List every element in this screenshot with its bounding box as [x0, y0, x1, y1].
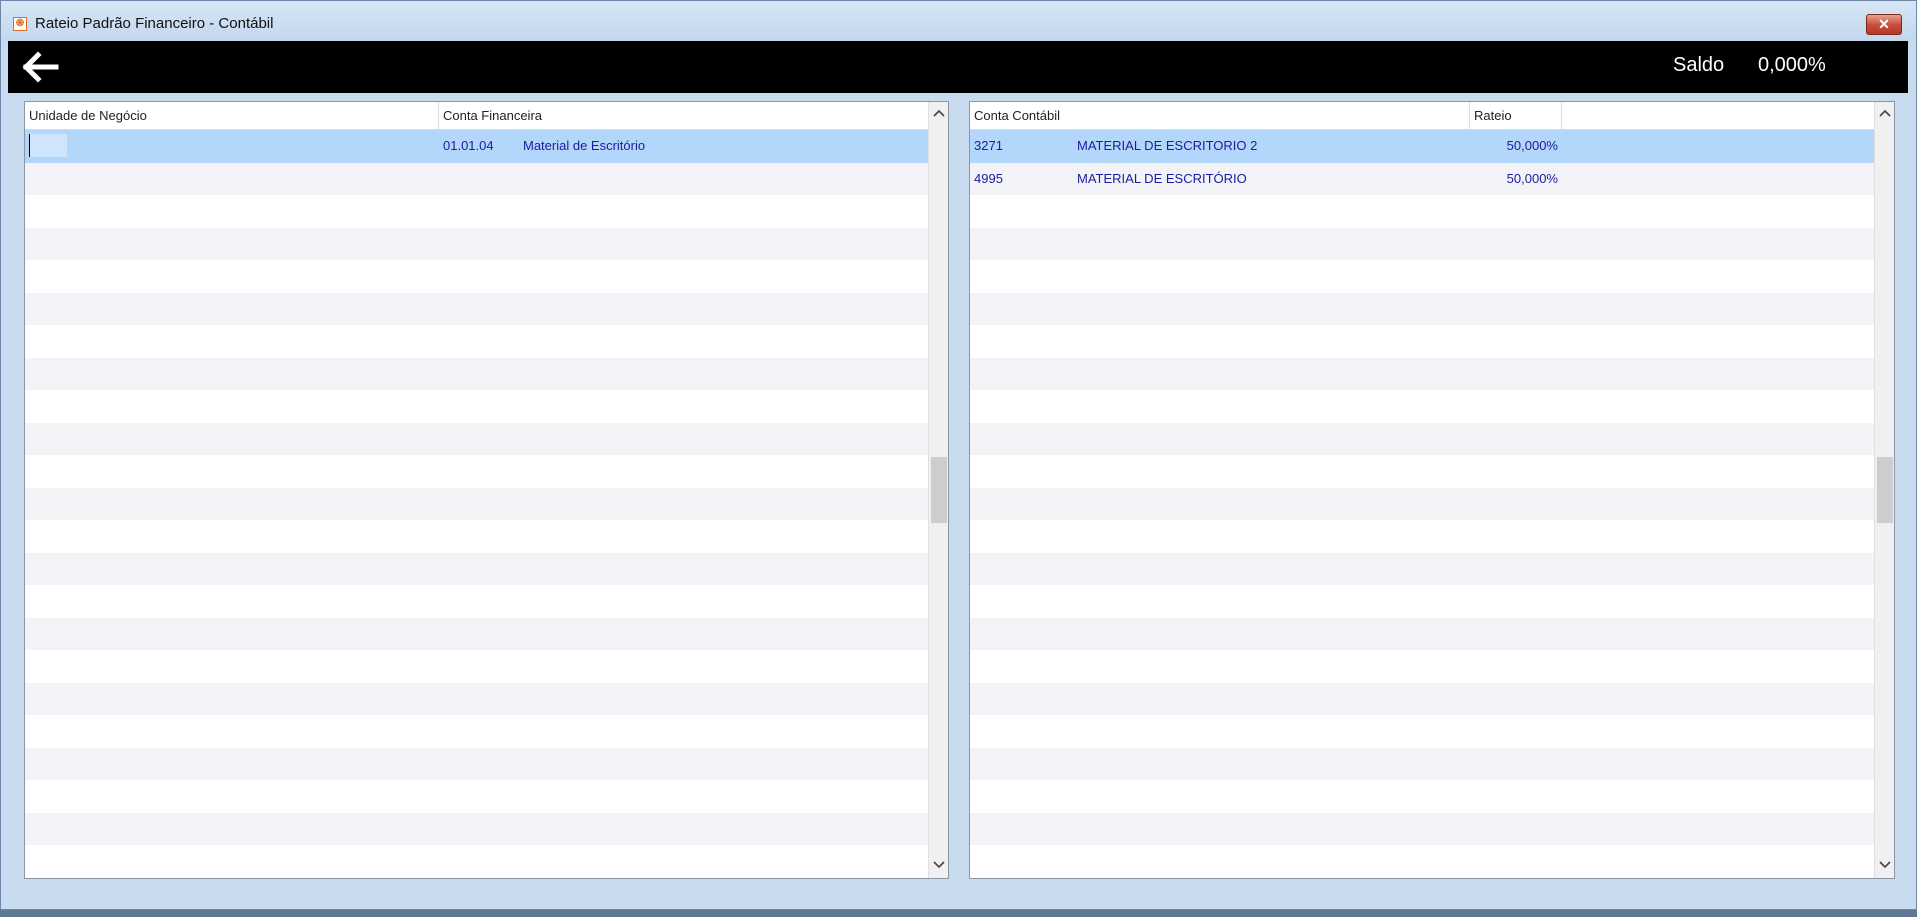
table-row[interactable]	[970, 747, 1874, 780]
grid-header: Unidade de Negócio Conta Financeira	[25, 102, 928, 130]
table-row[interactable]	[25, 455, 928, 488]
table-row[interactable]	[970, 715, 1874, 748]
table-row[interactable]	[25, 845, 928, 878]
unidade-edit-field[interactable]	[29, 134, 67, 157]
rateio-value: 50,000%	[1506, 138, 1558, 153]
table-row[interactable]: 01.01.04 Material de Escritório	[25, 130, 928, 163]
table-row[interactable]	[25, 552, 928, 585]
grid-rows: 3271 MATERIAL DE ESCRITORIO 2 50,000% 4995 M…	[970, 130, 1874, 878]
grid-header: Conta Contábil Rateio	[970, 102, 1874, 130]
table-row[interactable]	[970, 520, 1874, 553]
table-row[interactable]	[970, 585, 1874, 618]
table-row[interactable]	[25, 357, 928, 390]
table-row[interactable]	[970, 812, 1874, 845]
column-header-unidade[interactable]: Unidade de Negócio	[25, 102, 439, 130]
chevron-down-icon[interactable]	[929, 856, 948, 876]
table-row[interactable]	[970, 422, 1874, 455]
back-arrow-icon	[22, 51, 59, 83]
saldo-value: 0,000%	[1758, 54, 1826, 76]
back-button[interactable]	[22, 51, 60, 83]
app-icon: ֍	[13, 17, 27, 31]
table-row[interactable]	[970, 552, 1874, 585]
conta-contabil-codigo: 4995	[974, 170, 1003, 186]
window-title: Rateio Padrão Financeiro - Contábil	[35, 15, 274, 32]
main-window: ֍ Rateio Padrão Financeiro - Contábil ✕ …	[0, 0, 1917, 910]
table-row[interactable]	[970, 227, 1874, 260]
grid-rows: 01.01.04 Material de Escritório	[25, 130, 928, 878]
table-row[interactable]	[25, 747, 928, 780]
conta-contabil-codigo: 3271	[974, 138, 1003, 153]
table-row[interactable]	[25, 487, 928, 520]
accounting-account-grid[interactable]: Conta Contábil Rateio 3271 MATERIAL DE ES…	[969, 101, 1895, 879]
table-row[interactable]	[25, 617, 928, 650]
conta-financeira-codigo: 01.01.04	[443, 138, 494, 153]
table-row[interactable]	[970, 487, 1874, 520]
title-bar[interactable]: ֍ Rateio Padrão Financeiro - Contábil ✕	[1, 1, 1916, 41]
conta-contabil-nome: MATERIAL DE ESCRITÓRIO	[1077, 170, 1247, 186]
cell-unidade[interactable]	[25, 130, 439, 162]
vertical-scrollbar[interactable]	[928, 102, 948, 878]
column-header-conta-contabil[interactable]: Conta Contábil	[970, 102, 1470, 130]
table-row[interactable]	[25, 162, 928, 195]
saldo-label: Saldo	[1673, 54, 1725, 76]
conta-contabil-nome: MATERIAL DE ESCRITORIO 2	[1077, 138, 1258, 153]
column-header-rateio[interactable]: Rateio	[1470, 102, 1562, 130]
table-row[interactable]: 4995 MATERIAL DE ESCRITÓRIO 50,000%	[970, 162, 1874, 195]
scroll-thumb[interactable]	[931, 457, 947, 523]
table-row[interactable]	[970, 845, 1874, 878]
table-row[interactable]	[970, 617, 1874, 650]
table-row[interactable]: 3271 MATERIAL DE ESCRITORIO 2 50,000%	[970, 130, 1874, 163]
table-row[interactable]	[25, 390, 928, 423]
table-row[interactable]	[25, 520, 928, 553]
table-row[interactable]	[970, 195, 1874, 228]
conta-financeira-nome: Material de Escritório	[523, 138, 646, 153]
table-row[interactable]	[970, 260, 1874, 293]
chevron-down-icon[interactable]	[1875, 856, 1894, 876]
table-row[interactable]	[25, 195, 928, 228]
table-row[interactable]	[25, 292, 928, 325]
taskbar-strip	[0, 910, 1917, 917]
table-row[interactable]	[25, 227, 928, 260]
table-row[interactable]	[25, 422, 928, 455]
column-header-conta-financeira[interactable]: Conta Financeira	[439, 102, 928, 130]
table-row[interactable]	[970, 650, 1874, 683]
table-row[interactable]	[970, 357, 1874, 390]
rateio-value: 50,000%	[1506, 170, 1558, 186]
table-row[interactable]	[25, 650, 928, 683]
financial-account-grid[interactable]: Unidade de Negócio Conta Financeira 01.0…	[24, 101, 949, 879]
table-row[interactable]	[25, 682, 928, 715]
table-row[interactable]	[970, 682, 1874, 715]
table-row[interactable]	[970, 455, 1874, 488]
table-row[interactable]	[25, 585, 928, 618]
close-button[interactable]: ✕	[1866, 14, 1902, 35]
vertical-scrollbar[interactable]	[1874, 102, 1894, 878]
table-row[interactable]	[970, 292, 1874, 325]
table-row[interactable]	[970, 780, 1874, 813]
chevron-up-icon[interactable]	[929, 104, 948, 124]
table-row[interactable]	[970, 325, 1874, 358]
table-row[interactable]	[25, 715, 928, 748]
table-row[interactable]	[25, 260, 928, 293]
table-row[interactable]	[25, 780, 928, 813]
table-row[interactable]	[25, 812, 928, 845]
chevron-up-icon[interactable]	[1875, 104, 1894, 124]
table-row[interactable]	[25, 325, 928, 358]
table-row[interactable]	[970, 390, 1874, 423]
close-icon: ✕	[1878, 16, 1890, 32]
header-bar: Saldo 0,000%	[8, 41, 1908, 93]
scroll-thumb[interactable]	[1877, 457, 1893, 523]
